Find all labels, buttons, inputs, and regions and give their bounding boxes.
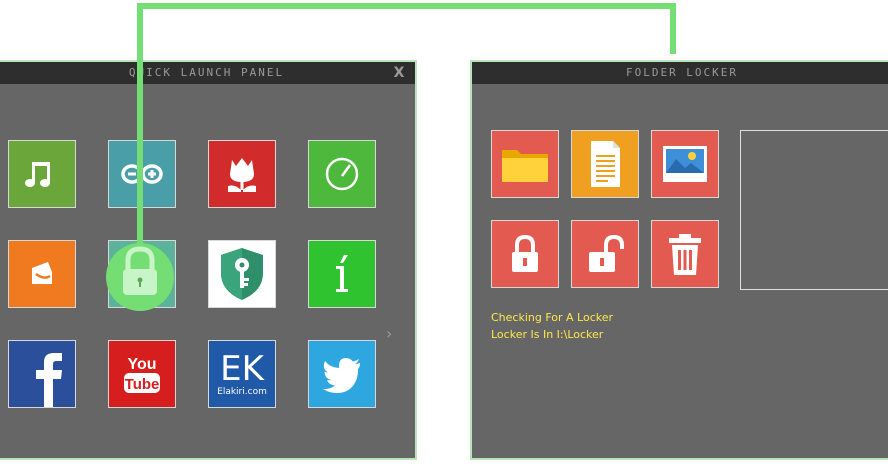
document-icon [591,141,620,187]
youtube-icon: You Tube [124,356,160,393]
key-shield-tile[interactable] [208,240,276,308]
i-letter-icon [336,255,348,292]
connector-line [137,3,676,9]
preview-box [740,130,888,290]
folder-icon [502,150,548,182]
music-icon [25,162,50,187]
quick-launch-panel: QUICK LAUNCH PANEL X You Tube EK Elakiri… [0,60,417,460]
lock-folder-tile[interactable] [491,220,559,288]
quick-launch-titlebar[interactable]: QUICK LAUNCH PANEL X [0,62,415,84]
image-icon [663,146,707,182]
status-line-2: Locker Is In I:\Locker [491,328,604,341]
lock-icon[interactable] [118,245,162,301]
wallet-icon [32,262,52,284]
unlock-folder-tile[interactable] [571,220,639,288]
image-tile[interactable] [651,130,719,198]
i-letter-tile[interactable] [308,240,376,308]
folder-locker-title: FOLDER LOCKER [625,66,739,79]
elakiri-label: Elakiri.com [217,387,267,397]
svg-text:You: You [127,356,156,373]
svg-text:Tube: Tube [125,376,160,393]
youtube-tile[interactable]: You Tube [108,340,176,408]
delete-tile[interactable] [651,220,719,288]
quick-launch-title: QUICK LAUNCH PANEL [128,66,285,79]
status-line-1: Checking For A Locker [491,311,614,324]
document-tile[interactable] [571,130,639,198]
close-button[interactable]: X [391,62,407,84]
tulip-tile[interactable] [208,140,276,208]
tulip-icon [228,158,256,192]
speedometer-tile[interactable] [308,140,376,208]
folder-tile[interactable] [491,130,559,198]
trash-icon [669,234,701,275]
facebook-tile[interactable] [8,340,76,408]
elakiri-tile[interactable]: EK Elakiri.com [208,340,276,408]
next-page-arrow[interactable]: › [386,324,392,343]
connector-line [137,3,143,265]
folder-locker-titlebar[interactable]: FOLDER LOCKER [472,62,888,84]
folder-locker-panel: FOLDER LOCKER Checking For A Locker Lock… [470,60,888,460]
twitter-tile[interactable] [308,340,376,408]
connector-line [670,3,676,54]
locked-padlock-icon [512,234,538,272]
twitter-icon [323,358,360,393]
speedometer-icon [325,157,359,191]
music-tile[interactable] [8,140,76,208]
elakiri-icon: EK [220,349,264,389]
facebook-icon [36,353,62,407]
wallet-tile[interactable] [8,240,76,308]
unlocked-padlock-icon [589,234,624,272]
key-shield-icon [221,248,263,300]
